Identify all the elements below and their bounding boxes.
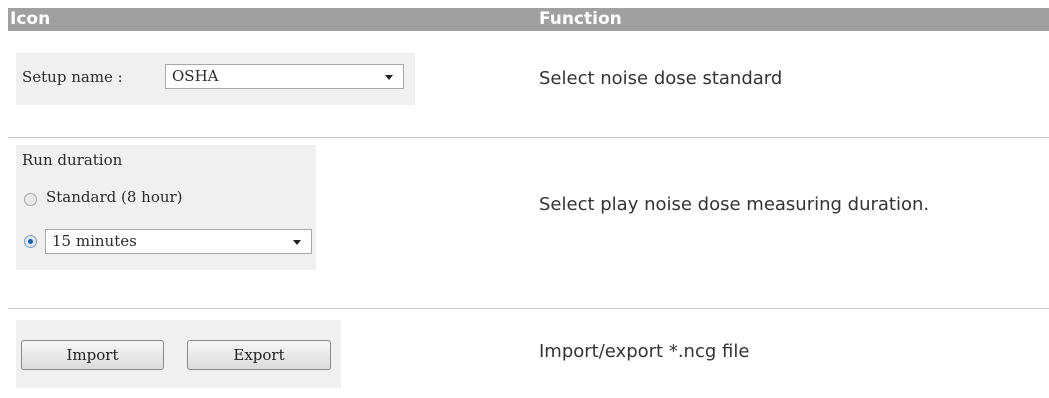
function-text-duration: Select play noise dose measuring duratio… <box>539 194 930 215</box>
export-button[interactable]: Export <box>187 340 331 370</box>
icon-column-header: Icon <box>10 9 51 29</box>
duration-value: 15 minutes <box>52 232 137 250</box>
run-duration-panel: Run duration Standard (8 hour) 15 minute… <box>16 145 316 270</box>
radio-standard[interactable] <box>24 193 37 206</box>
radio-custom-duration[interactable] <box>24 235 37 248</box>
function-text-setup: Select noise dose standard <box>539 68 783 89</box>
row-divider <box>8 137 1049 138</box>
setup-name-dropdown[interactable]: OSHA <box>165 64 404 89</box>
import-button[interactable]: Import <box>21 340 164 370</box>
setup-name-label: Setup name : <box>22 68 123 86</box>
table-header: Icon Function <box>8 8 1049 31</box>
function-text-import-export: Import/export *.ncg file <box>539 341 750 362</box>
setup-name-panel: Setup name : OSHA <box>16 53 415 105</box>
radio-standard-label: Standard (8 hour) <box>46 188 183 206</box>
run-duration-label: Run duration <box>22 151 123 169</box>
setup-name-value: OSHA <box>172 67 219 85</box>
import-export-panel: Import Export <box>16 320 341 388</box>
duration-dropdown[interactable]: 15 minutes <box>45 229 312 254</box>
row-divider <box>8 308 1049 309</box>
chevron-down-icon <box>385 75 393 80</box>
function-column-header: Function <box>539 9 622 29</box>
chevron-down-icon <box>293 240 301 245</box>
